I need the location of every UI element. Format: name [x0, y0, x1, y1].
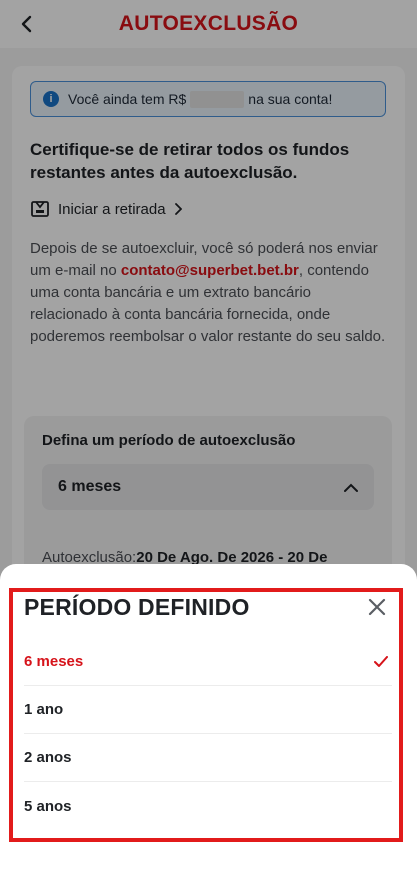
- period-option-2-years[interactable]: 2 anos: [24, 734, 392, 782]
- close-button[interactable]: [366, 596, 388, 618]
- option-label: 6 meses: [24, 653, 84, 670]
- close-icon: [368, 598, 386, 616]
- period-option-6-months[interactable]: 6 meses: [24, 638, 392, 686]
- check-icon: [374, 656, 388, 667]
- period-bottom-sheet: PERÍODO DEFINIDO 6 meses 1 ano 2 anos 5 …: [0, 564, 417, 882]
- sheet-title: PERÍODO DEFINIDO: [24, 594, 250, 620]
- option-label: 5 anos: [24, 797, 72, 815]
- period-options: 6 meses 1 ano 2 anos 5 anos: [24, 638, 392, 830]
- option-label: 1 ano: [24, 701, 64, 718]
- period-option-5-years[interactable]: 5 anos: [24, 782, 392, 830]
- option-label: 2 anos: [24, 749, 72, 766]
- period-option-1-year[interactable]: 1 ano: [24, 686, 392, 734]
